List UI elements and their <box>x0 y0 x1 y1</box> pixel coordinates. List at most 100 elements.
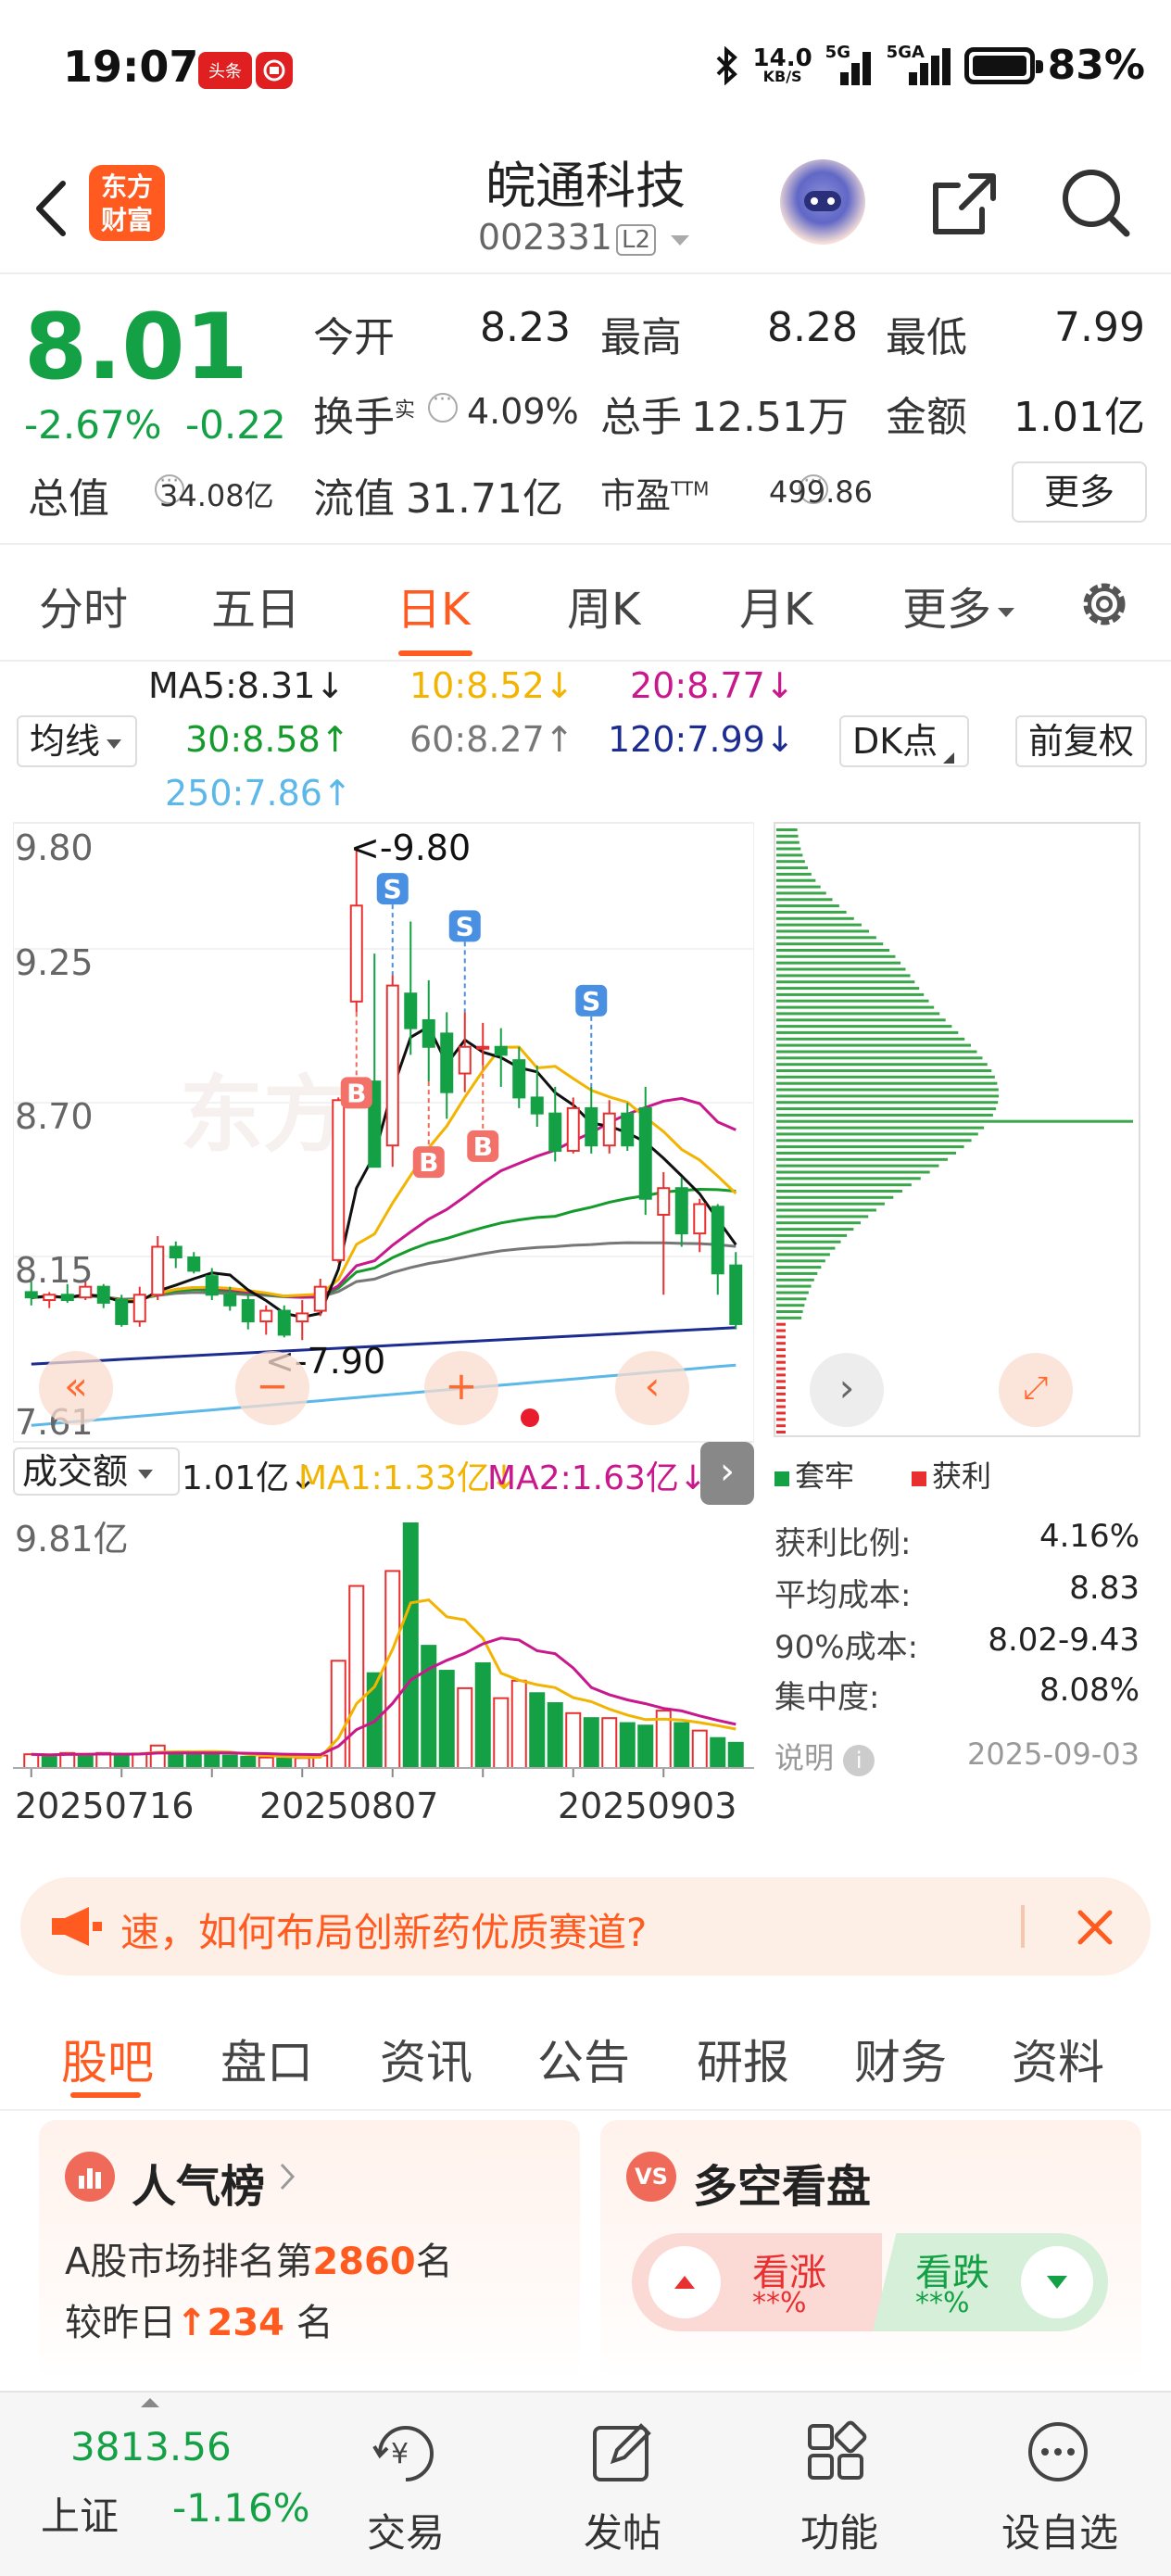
compose-icon[interactable] <box>589 2418 656 2485</box>
sentiment-card[interactable]: VS 多空看盘 看涨 **% 看跌 **% <box>600 2120 1141 2381</box>
chip-loss-bar <box>776 1215 869 1219</box>
tab-news[interactable]: 资讯 <box>380 2026 472 2092</box>
gear-icon[interactable] <box>1075 575 1134 634</box>
tab-profile[interactable]: 资料 <box>1012 2026 1104 2092</box>
chip-profit-bar <box>776 1354 786 1357</box>
close-icon[interactable] <box>1075 1907 1115 1948</box>
chip-loss-bar <box>776 853 803 857</box>
tab-research[interactable]: 研报 <box>697 2026 789 2092</box>
tab-monthly-k[interactable]: 月K <box>739 573 812 638</box>
chip-loss-bar <box>776 1202 885 1206</box>
caret-down-icon <box>107 739 122 749</box>
high-value: 8.28 <box>767 304 858 351</box>
chip-loss-bar <box>776 1246 836 1250</box>
max-price-marker: <-9.80 <box>350 827 471 868</box>
zoom-out-button[interactable]: − <box>235 1351 309 1425</box>
bar-chart-icon <box>65 2152 115 2202</box>
chip-loss-bar <box>776 1240 841 1244</box>
tab-intraday[interactable]: 分时 <box>39 573 128 638</box>
candle <box>404 992 418 1029</box>
volume-bar <box>727 1741 744 1770</box>
chip-loss-bar <box>776 1228 854 1231</box>
nav-add-watchlist[interactable]: 设自选 <box>967 2502 1152 2558</box>
chip-loss-bar <box>776 847 801 851</box>
index-value[interactable]: 3813.56 <box>70 2424 232 2469</box>
share-icon[interactable] <box>926 167 1001 241</box>
x-tick-label: 20250807 <box>259 1786 438 1826</box>
nav-trade[interactable]: 交易 <box>313 2502 498 2558</box>
tab-pankou[interactable]: 盘口 <box>220 2026 313 2092</box>
caret-down-icon <box>1021 2246 1093 2318</box>
index-change[interactable]: -1.16% <box>172 2485 310 2531</box>
news-banner[interactable]: 速，如何布局创新药优质赛道? <box>20 1877 1151 1976</box>
chip-distribution-chart[interactable] <box>773 819 1141 1440</box>
candle <box>657 1187 671 1216</box>
indicator-selector[interactable]: 成交额 <box>13 1447 180 1496</box>
chevron-right-icon[interactable]: › <box>810 1353 884 1427</box>
change-amount: -0.22 <box>185 402 286 448</box>
x-tick-label: 20250903 <box>558 1786 737 1826</box>
volume-bar <box>619 1722 636 1769</box>
tab-weekly-k[interactable]: 周K <box>567 573 640 638</box>
ma-selector[interactable]: 均线 <box>17 715 138 767</box>
volume-bar <box>41 1754 57 1769</box>
low-label: 最低 <box>886 314 967 361</box>
chip-loss-bar <box>776 1183 912 1187</box>
index-name[interactable]: 上证 <box>41 2485 119 2542</box>
nav-features[interactable]: 功能 <box>747 2502 932 2558</box>
bullish-button[interactable]: 看涨 **% <box>632 2233 882 2331</box>
megaphone-icon <box>52 1907 102 1946</box>
candle <box>385 984 399 1147</box>
x-tick-label: 20250716 <box>15 1786 194 1826</box>
chip-loss-bar <box>776 961 901 965</box>
info-dots-icon[interactable] <box>428 388 458 423</box>
chip-loss-bar <box>776 1119 1133 1123</box>
tab-five-day[interactable]: 五日 <box>211 573 300 638</box>
candle <box>296 1312 309 1323</box>
volume-max-label: 9.81亿 <box>15 1519 129 1559</box>
adjust-mode-button[interactable]: 前复权 <box>1015 715 1148 767</box>
chip-loss-bar <box>776 898 833 902</box>
caret-down-icon <box>998 608 1015 617</box>
trade-icon[interactable]: ¥ <box>369 2418 443 2489</box>
chip-loss-bar <box>776 949 890 952</box>
ai-robot-icon[interactable] <box>780 159 865 245</box>
chip-loss-bar <box>776 1043 972 1047</box>
chevron-right-icon[interactable]: › <box>700 1442 754 1505</box>
more-quote-button[interactable]: 更多 <box>1012 461 1147 523</box>
expand-icon[interactable]: ⤢ <box>999 1353 1073 1427</box>
chip-loss-bar <box>776 942 884 946</box>
tab-guba[interactable]: 股吧 <box>61 2026 154 2092</box>
more-dots-icon[interactable] <box>1025 2418 1091 2485</box>
grid-apps-icon[interactable] <box>804 2418 871 2485</box>
pe-label: 市盈TTM <box>600 475 710 516</box>
dk-point-selector[interactable]: DK点 <box>839 715 970 767</box>
tab-more[interactable]: 更多 <box>902 573 1017 638</box>
caret-up-icon[interactable] <box>139 2396 161 2409</box>
chip-loss-bar <box>776 1012 940 1016</box>
chip-loss-bar <box>776 1253 830 1256</box>
nav-post[interactable]: 发帖 <box>530 2502 715 2558</box>
search-icon[interactable] <box>1056 163 1134 241</box>
avg-cost-label: 平均成本: <box>774 1577 912 1614</box>
volume-chart[interactable]: 9.81亿 20250716 20250807 20250903 <box>13 1505 754 1857</box>
signal-label: S <box>582 986 600 1017</box>
scroll-left-button[interactable]: ‹ <box>615 1351 689 1425</box>
tab-daily-k[interactable]: 日K <box>397 573 470 638</box>
candle <box>259 1309 273 1323</box>
volume-bar <box>204 1753 220 1770</box>
chip-note-link[interactable]: 说明 i <box>774 1735 875 1777</box>
chip-loss-bar <box>776 1190 903 1193</box>
scroll-left-fast-button[interactable]: « <box>39 1351 113 1425</box>
bearish-button[interactable]: 看跌 **% <box>873 2233 1108 2331</box>
chip-loss-bar <box>776 1056 983 1060</box>
popularity-card[interactable]: 人气榜 A股市场排名第2860名 较昨日↑234 名 <box>39 2120 580 2381</box>
chip-loss-bar <box>776 916 854 920</box>
chip-loss-bar <box>776 1088 999 1092</box>
tab-announcements[interactable]: 公告 <box>537 2026 630 2092</box>
chip-loss-bar <box>776 1271 818 1275</box>
chip-profit-bar <box>776 1386 786 1390</box>
zoom-in-button[interactable]: + <box>424 1351 498 1425</box>
tab-finance[interactable]: 财务 <box>854 2026 947 2092</box>
chip-loss-bar <box>776 872 812 876</box>
